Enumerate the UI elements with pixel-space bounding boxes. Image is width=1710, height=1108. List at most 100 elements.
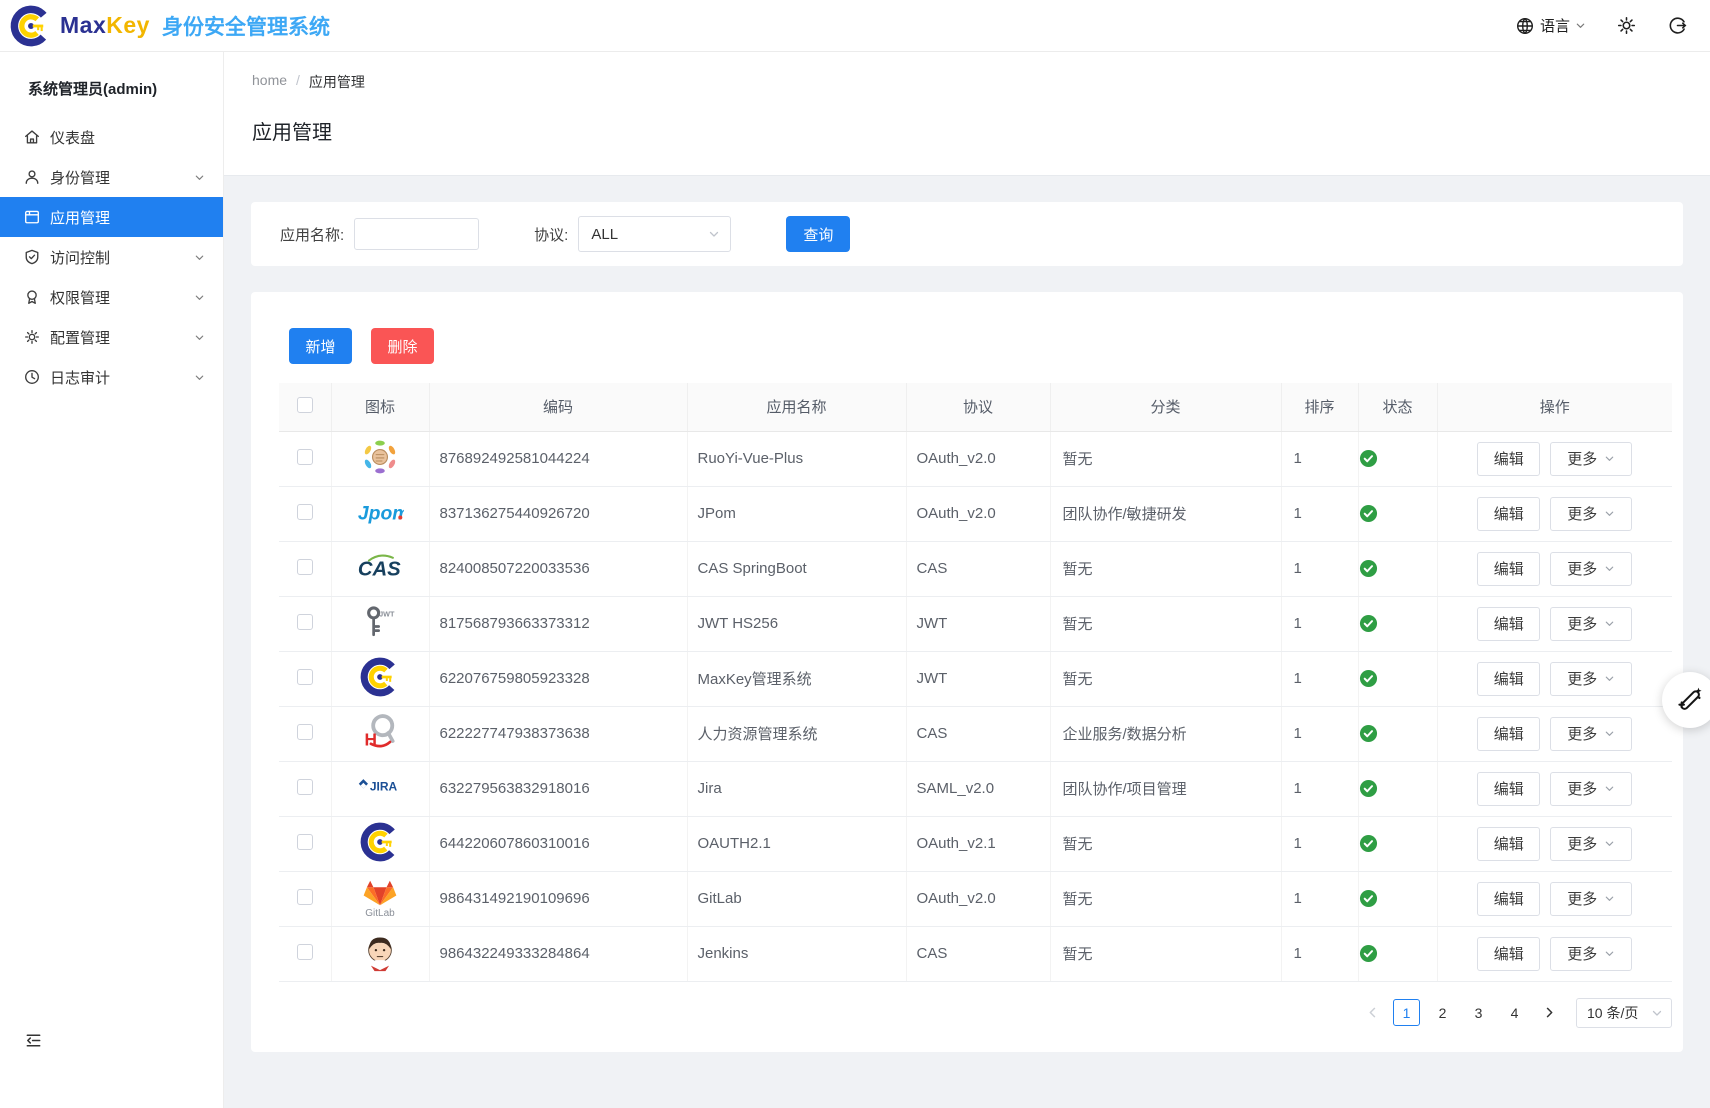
add-button[interactable]: 新增 (289, 328, 352, 364)
app-protocol: CAS (906, 926, 1050, 981)
sidebar-item-dashboard[interactable]: 仪表盘 (0, 117, 223, 157)
row-checkbox[interactable] (297, 834, 313, 850)
app-protocol: OAuth_v2.0 (906, 431, 1050, 486)
sidebar-item-user[interactable]: 身份管理 (0, 157, 223, 197)
edit-button[interactable]: 编辑 (1477, 717, 1540, 751)
sidebar-item-apps[interactable]: 应用管理 (0, 197, 223, 237)
app-name-label: 应用名称: (280, 224, 344, 245)
table-row: Jpom837136275440926720JPomOAuth_v2.0团队协作… (279, 486, 1672, 541)
chevron-down-icon (194, 252, 205, 263)
language-selector[interactable]: 语言 (1515, 15, 1586, 36)
app-code: 622227747938373638 (429, 706, 687, 761)
edit-button[interactable]: 编辑 (1477, 552, 1540, 586)
edit-button[interactable]: 编辑 (1477, 937, 1540, 971)
row-checkbox[interactable] (297, 449, 313, 465)
table-row: CAS824008507220033536CAS SpringBootCAS暂无… (279, 541, 1672, 596)
ruoyi-app-icon (359, 436, 401, 478)
more-button[interactable]: 更多 (1550, 717, 1632, 751)
sidebar-item-gear[interactable]: 配置管理 (0, 317, 223, 357)
dashboard-icon (23, 128, 41, 146)
more-button[interactable]: 更多 (1550, 827, 1632, 861)
col-header-protocol: 协议 (906, 383, 1050, 431)
pagination-page-2[interactable]: 2 (1429, 999, 1456, 1026)
protocol-select[interactable]: ALL (578, 216, 731, 252)
more-button[interactable]: 更多 (1550, 882, 1632, 916)
row-checkbox[interactable] (297, 669, 313, 685)
row-checkbox[interactable] (297, 504, 313, 520)
more-button[interactable]: 更多 (1550, 497, 1632, 531)
app-protocol: CAS (906, 706, 1050, 761)
col-header-sort: 排序 (1281, 383, 1358, 431)
select-all-checkbox[interactable] (297, 397, 313, 413)
logout-icon[interactable] (1667, 15, 1688, 36)
edit-button[interactable]: 编辑 (1477, 882, 1540, 916)
more-button[interactable]: 更多 (1550, 937, 1632, 971)
shield-icon (23, 248, 41, 266)
page-size-select[interactable]: 10 条/页 (1576, 998, 1672, 1028)
sidebar-item-shield[interactable]: 访问控制 (0, 237, 223, 277)
chevron-down-icon (1575, 20, 1586, 31)
more-button[interactable]: 更多 (1550, 552, 1632, 586)
edit-button[interactable]: 编辑 (1477, 662, 1540, 696)
table-row: 986432249333284864JenkinsCAS暂无1编辑更多 (279, 926, 1672, 981)
col-header-code: 编码 (429, 383, 687, 431)
user-icon (23, 168, 41, 186)
app-sort: 1 (1281, 926, 1358, 981)
sidebar-collapse-icon[interactable] (24, 1031, 43, 1050)
app-code: 817568793663373312 (429, 596, 687, 651)
edit-button[interactable]: 编辑 (1477, 442, 1540, 476)
sidebar-menu: 仪表盘身份管理应用管理访问控制权限管理配置管理日志审计 (0, 117, 223, 397)
sidebar-item-medal[interactable]: 权限管理 (0, 277, 223, 317)
pagination-page-1[interactable]: 1 (1393, 999, 1420, 1026)
pagination-next-icon[interactable] (1537, 1001, 1561, 1025)
more-button[interactable]: 更多 (1550, 662, 1632, 696)
chevron-down-icon (1651, 1007, 1663, 1019)
jenkins-app-icon (360, 932, 400, 972)
edit-button[interactable]: 编辑 (1477, 607, 1540, 641)
more-button[interactable]: 更多 (1550, 607, 1632, 641)
svg-text:Jpom: Jpom (358, 502, 404, 524)
row-checkbox[interactable] (297, 944, 313, 960)
row-checkbox[interactable] (297, 779, 313, 795)
settings-icon[interactable] (1616, 15, 1637, 36)
sidebar-item-label: 应用管理 (50, 207, 110, 228)
pagination-page-4[interactable]: 4 (1501, 999, 1528, 1026)
edit-button[interactable]: 编辑 (1477, 772, 1540, 806)
delete-button[interactable]: 删除 (371, 328, 434, 364)
chevron-down-icon (194, 292, 205, 303)
more-button[interactable]: 更多 (1550, 772, 1632, 806)
sidebar-item-clock[interactable]: 日志审计 (0, 357, 223, 397)
edit-button[interactable]: 编辑 (1477, 497, 1540, 531)
chevron-down-icon (1604, 783, 1615, 794)
row-checkbox[interactable] (297, 889, 313, 905)
row-checkbox[interactable] (297, 614, 313, 630)
filter-bar: 应用名称: 协议: ALL 查询 (251, 202, 1683, 266)
app-category: 团队协作/项目管理 (1050, 761, 1281, 816)
status-enabled-icon (1359, 834, 1437, 853)
more-button[interactable]: 更多 (1550, 442, 1632, 476)
edit-button[interactable]: 编辑 (1477, 827, 1540, 861)
app-name: MaxKey管理系统 (687, 651, 906, 706)
maxkey-app-icon (360, 657, 400, 697)
pagination-prev-icon[interactable] (1360, 1001, 1384, 1025)
cas-app-icon: CAS (356, 550, 404, 584)
breadcrumb-home[interactable]: home (252, 72, 287, 92)
app-category: 暂无 (1050, 871, 1281, 926)
table-header-row: 图标 编码 应用名称 协议 分类 排序 状态 操作 (279, 383, 1672, 431)
app-category: 企业服务/数据分析 (1050, 706, 1281, 761)
clock-icon (23, 368, 41, 386)
col-header-icon: 图标 (331, 383, 429, 431)
chevron-down-icon (1604, 838, 1615, 849)
app-header: MaxKey 身份安全管理系统 语言 (0, 0, 1710, 52)
search-button[interactable]: 查询 (786, 216, 850, 252)
row-checkbox[interactable] (297, 559, 313, 575)
app-code: 632279563832918016 (429, 761, 687, 816)
app-name-input[interactable] (354, 218, 479, 250)
sidebar-item-label: 权限管理 (50, 287, 110, 308)
magic-wand-fab[interactable] (1662, 672, 1710, 728)
app-name: CAS SpringBoot (687, 541, 906, 596)
pagination-page-3[interactable]: 3 (1465, 999, 1492, 1026)
svg-text:JWT: JWT (379, 609, 395, 618)
row-checkbox[interactable] (297, 724, 313, 740)
app-name: GitLab (687, 871, 906, 926)
